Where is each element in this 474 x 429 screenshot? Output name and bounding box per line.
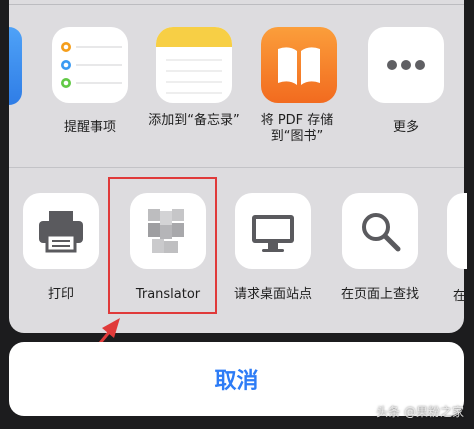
watermark-text: 头条 @果粉之家 [376,405,464,419]
